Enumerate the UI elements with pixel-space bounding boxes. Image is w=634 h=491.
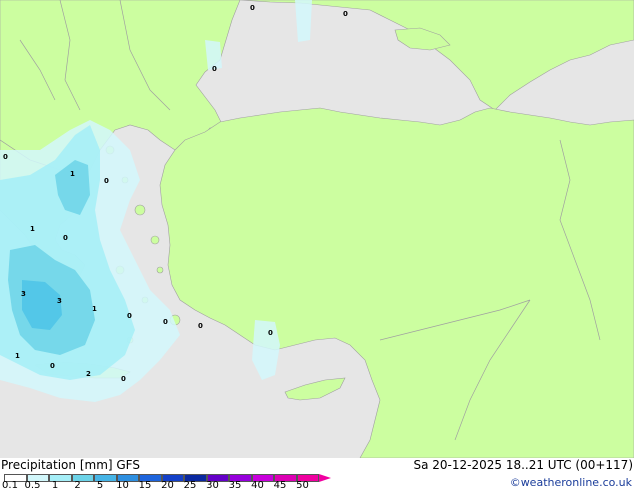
legend-tick-label: 1 (51, 480, 59, 491)
map-label: 0 (127, 312, 132, 320)
legend-tick-label: 35 (228, 480, 242, 491)
legend-tick-label: 2 (74, 480, 81, 491)
map-label: 0 (343, 10, 348, 18)
island (134, 204, 146, 216)
legend-tick-label: 15 (138, 480, 152, 491)
island (156, 266, 164, 274)
legend-title: Precipitation [mm] GFS (1, 458, 140, 472)
map-label: 0 (104, 177, 109, 185)
legend-tick-label: 45 (273, 480, 287, 491)
map-label: 0 (198, 322, 203, 330)
legend-tick-label: 20 (161, 480, 174, 491)
island (150, 235, 160, 245)
map-label: 0 (250, 4, 255, 12)
map-label: 0 (121, 375, 126, 383)
legend-tick-label: 30 (206, 480, 219, 491)
map-label: 0 (63, 234, 68, 242)
legend-tick-label: 50 (296, 480, 309, 491)
map-label: 0 (212, 65, 217, 73)
map-svg: 0 0 0 1 0 0 1 0 3 3 1 0 0 0 0 1 0 2 0 (0, 0, 634, 458)
map-label: 1 (15, 352, 20, 360)
legend-tick-label: 10 (116, 480, 129, 491)
map-label: 0 (268, 329, 273, 337)
map-label: 1 (30, 225, 35, 233)
legend-tick-label: 40 (251, 480, 264, 491)
map-label: 0 (50, 362, 55, 370)
map-label: 1 (92, 305, 97, 313)
legend-tick-label: 25 (183, 480, 197, 491)
map-label: 0 (163, 318, 168, 326)
map-label: 3 (21, 290, 26, 298)
credit-text: ©weatheronline.co.uk (509, 476, 632, 489)
map-label: 2 (86, 370, 91, 378)
map-label: 0 (3, 153, 8, 161)
timestamp-label: Sa 20-12-2025 18..21 UTC (00+117) (413, 458, 633, 472)
legend-tick-label: 5 (96, 480, 104, 491)
map-label: 3 (57, 297, 62, 305)
legend-tick-label: 0.1 (2, 480, 18, 491)
legend-arrow (319, 474, 331, 482)
precipitation-map: 0 0 0 1 0 0 1 0 3 3 1 0 0 0 0 1 0 2 0 (0, 0, 634, 458)
map-label: 1 (70, 170, 75, 178)
legend-tick-label: 0.5 (24, 480, 41, 491)
